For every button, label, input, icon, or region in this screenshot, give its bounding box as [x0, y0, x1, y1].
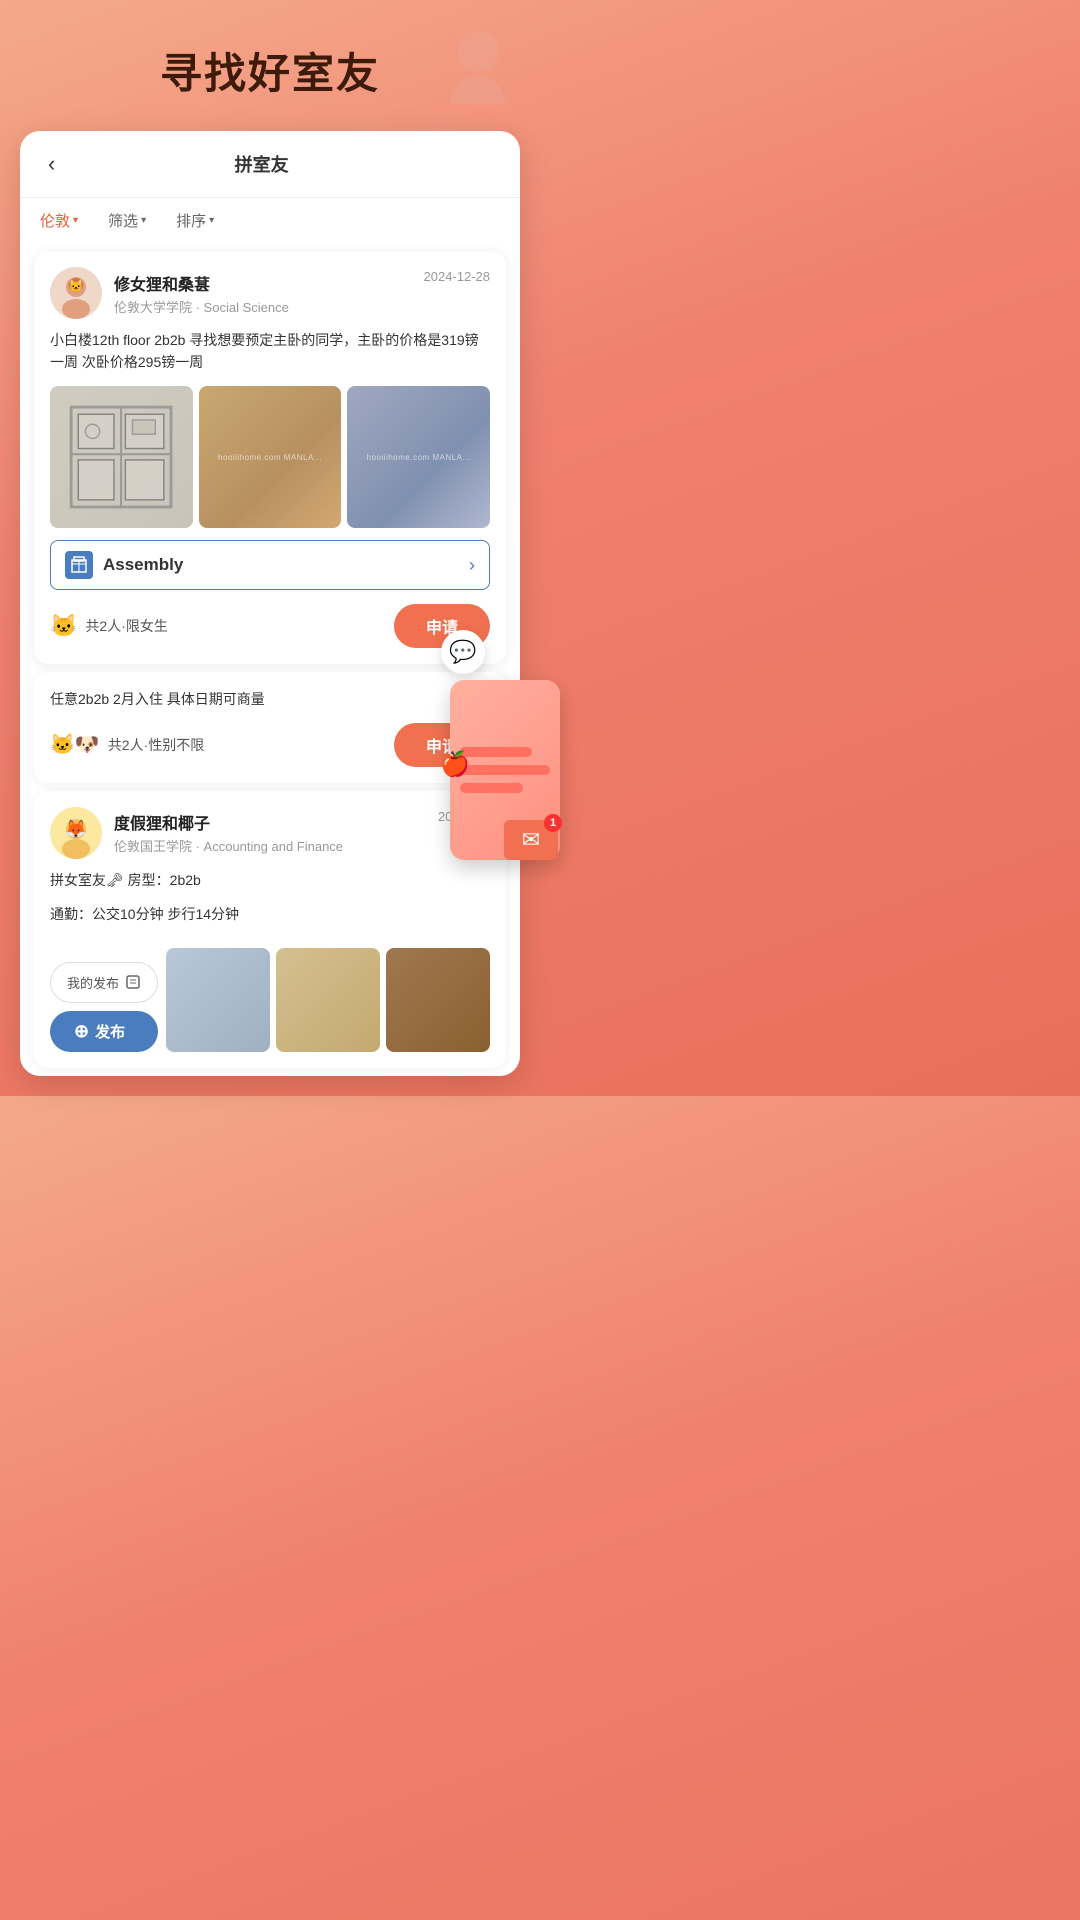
user-row-3: 🦊 度假狸和椰子 伦敦国王学院 · Accounting and Finance…	[50, 807, 490, 859]
user-school-1: 伦敦大学学院 · Social Science	[114, 297, 424, 316]
filter-bar: 伦敦 ▾ 筛选 ▾ 排序 ▾	[20, 198, 520, 243]
user-info-3: 度假狸和椰子 伦敦国王学院 · Accounting and Finance	[114, 810, 438, 855]
photo-bedroom-2[interactable]: hooiiihome.com MANLA...	[347, 386, 490, 529]
bottom-row-2: 🐱🐶 共2人·性别不限 申请	[50, 723, 490, 767]
filter-dropdown[interactable]: 筛选 ▾	[108, 210, 146, 231]
main-card: ‹ 拼室友 伦敦 ▾ 筛选 ▾ 排序 ▾ 🐱	[20, 131, 520, 1076]
sort-arrow: ▾	[209, 215, 214, 226]
svg-text:🐱: 🐱	[69, 279, 84, 293]
publish-label: 发布	[95, 1021, 125, 1042]
building-icon	[65, 551, 93, 579]
people-info-1: 🐱 共2人·限女生	[50, 613, 168, 639]
user-row-1: 🐱 修女狸和桑葚 伦敦大学学院 · Social Science 2024-12…	[50, 267, 490, 319]
user-avatar-3: 🦊	[50, 807, 102, 859]
post-text-1: 小白楼12th floor 2b2b 寻找想要预定主卧的同学，主卧的价格是319…	[50, 329, 490, 374]
location-arrow: ▾	[73, 215, 78, 226]
mail-notification-dot: 1	[544, 814, 562, 832]
user-school-3: 伦敦国王学院 · Accounting and Finance	[114, 836, 438, 855]
my-publish-button[interactable]: 我的发布	[50, 962, 158, 1003]
post-date-1: 2024-12-28	[424, 269, 491, 284]
mail-icon: ✉ 1	[504, 820, 558, 860]
photo-grid-3	[166, 948, 490, 1052]
phone-line-2	[460, 765, 550, 775]
mail-badge[interactable]: ✉ 1	[504, 820, 558, 860]
people-info-2: 🐱🐶 共2人·性别不限	[50, 732, 204, 757]
publish-button[interactable]: ⊕ 发布	[50, 1011, 158, 1052]
page-title: 寻找好室友	[160, 40, 380, 101]
bottom-row-1: 🐱 共2人·限女生 申请	[50, 604, 490, 648]
photo-floor-plan[interactable]	[50, 386, 193, 529]
phone-line-3	[460, 783, 523, 793]
post-text-3a: 拼女室友🗝 房型：2b2b	[50, 869, 490, 891]
my-publish-icon	[125, 974, 141, 990]
user-name-1: 修女狸和桑葚	[114, 271, 424, 295]
location-filter[interactable]: 伦敦 ▾	[40, 210, 78, 231]
svg-text:🦊: 🦊	[65, 819, 87, 839]
post-text-3b: 通勤：公交10分钟 步行14分钟	[50, 903, 490, 925]
photo-kitchen[interactable]	[386, 948, 490, 1052]
photo-grid-1: hooiiihome.com MANLA... hooiiihome.com M…	[50, 386, 490, 529]
photo-bedroom-1[interactable]: hooiiihome.com MANLA...	[199, 386, 342, 529]
chat-bubble-decoration: 💬	[441, 630, 485, 674]
publish-buttons: 我的发布 ⊕ 发布	[50, 962, 158, 1052]
listing-card-3: 🦊 度假狸和椰子 伦敦国王学院 · Accounting and Finance…	[34, 791, 506, 1068]
listing-card-2: 任意2b2b 2月入住 具体日期可商量 🐱🐶 共2人·性别不限 申请	[34, 672, 506, 782]
assembly-tag[interactable]: Assembly ›	[50, 540, 490, 590]
post-text-2: 任意2b2b 2月入住 具体日期可商量	[50, 688, 490, 710]
user-avatar-1: 🐱	[50, 267, 102, 319]
my-publish-label: 我的发布	[67, 973, 119, 992]
assembly-chevron: ›	[469, 555, 475, 576]
photo-bath[interactable]	[166, 948, 270, 1052]
people-avatars-1: 🐱	[50, 613, 77, 639]
people-text-1: 共2人·限女生	[85, 616, 167, 636]
back-button[interactable]: ‹	[40, 147, 63, 181]
phone-line-1	[460, 747, 532, 757]
listing-card-1: 🐱 修女狸和桑葚 伦敦大学学院 · Social Science 2024-12…	[34, 251, 506, 664]
nav-bar: ‹ 拼室友	[20, 131, 520, 198]
photo-bed3[interactable]	[276, 948, 380, 1052]
apple-logo: 🍎	[440, 750, 470, 779]
user-name-3: 度假狸和椰子	[114, 810, 438, 834]
bottom-area-3: 我的发布 ⊕ 发布	[50, 938, 490, 1052]
page-header: 寻找好室友	[0, 0, 540, 121]
assembly-label: Assembly	[103, 555, 469, 575]
user-info-1: 修女狸和桑葚 伦敦大学学院 · Social Science	[114, 271, 424, 316]
user-avatar-header[interactable]	[446, 30, 510, 94]
people-text-2: 共2人·性别不限	[108, 735, 204, 755]
nav-title: 拼室友	[63, 151, 460, 177]
sort-dropdown[interactable]: 排序 ▾	[176, 210, 214, 231]
filter-arrow: ▾	[141, 215, 146, 226]
